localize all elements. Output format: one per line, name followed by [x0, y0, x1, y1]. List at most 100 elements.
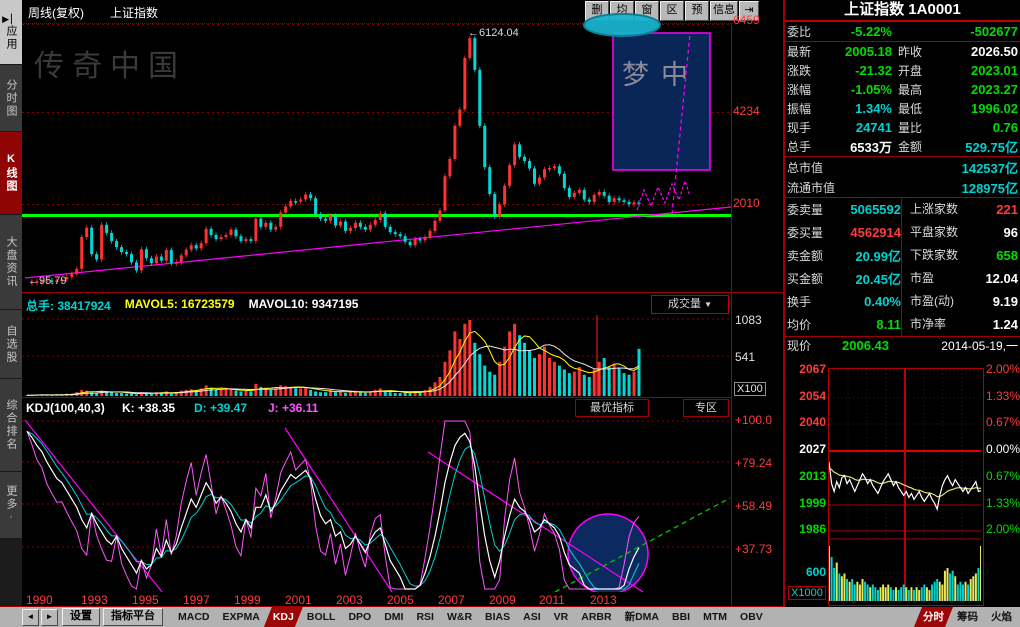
stat-value: -21.32 — [829, 63, 892, 78]
intraday-price-label: 2027 — [799, 442, 826, 456]
intraday-price-axis: 2067205420402027201319991986600 — [785, 358, 827, 607]
year-label: 2011 — [539, 593, 565, 607]
tool-button-区[interactable]: 区 — [660, 1, 684, 21]
stat-value: 658 — [961, 248, 1020, 263]
main-candle-chart[interactable]: 传奇中国梦中←6124.04←95.79 — [22, 24, 731, 293]
volume-stat: MAVOL10: 9347195 — [249, 297, 359, 314]
sidebar-item-5[interactable]: 综合排名 — [0, 379, 22, 472]
svg-text:传奇中国: 传奇中国 — [34, 50, 186, 83]
stat-value: 529.75亿 — [942, 137, 1018, 156]
tool-button-窗[interactable]: 窗 — [635, 1, 659, 21]
stat-value: -1.05% — [829, 82, 892, 97]
stat-value: 2026.50 — [942, 44, 1018, 59]
kdj-axis-label: +100.0 — [735, 413, 772, 427]
stat-value: 12.04 — [961, 271, 1020, 286]
intraday-pct-label: 2.00% — [986, 362, 1020, 376]
indicator-dropdown[interactable]: 成交量 ▼ — [651, 295, 729, 314]
kdj-axis-label: +79.24 — [735, 456, 772, 470]
intraday-price-label: 2040 — [799, 415, 826, 429]
sidebar-item-4[interactable]: 自选股 — [0, 310, 22, 379]
zone-button[interactable]: 专区 — [683, 399, 729, 417]
year-label: 2013 — [590, 593, 617, 607]
sidebar-item-2[interactable]: K线图 — [0, 132, 22, 215]
toolbar-button-设置[interactable]: 设置 — [62, 608, 100, 626]
toolbar-button-指标平台[interactable]: 指标平台 — [103, 608, 163, 626]
stat-label: 买金额 — [785, 270, 833, 287]
stat-value: 142537亿 — [908, 158, 1018, 177]
tool-button-均[interactable]: 均 — [610, 1, 634, 21]
indicator-tab-MTM[interactable]: MTM — [694, 607, 736, 627]
spot-date: 2014-05-19,一 — [889, 337, 1018, 354]
indicator-tab-W&R[interactable]: W&R — [438, 607, 481, 627]
pair-row: 换手0.40%市盈(动)9.19 — [785, 290, 1020, 313]
sidebar-item-apps[interactable]: ▶▏应用 — [0, 0, 22, 65]
indicator-tab-RSI[interactable]: RSI — [407, 607, 443, 627]
stat-value: 20.99亿 — [833, 246, 901, 265]
view-tab-分时[interactable]: 分时 — [914, 607, 953, 627]
pair-row: 均价8.11市净率1.24 — [785, 313, 1020, 336]
volume-pane[interactable] — [22, 315, 731, 397]
kdj-header: KDJ(100,40,3) K: +38.35 D: +39.47 J: +36… — [22, 398, 731, 417]
intraday-pct-label: 0.67% — [986, 415, 1020, 429]
intraday-chart[interactable] — [828, 368, 984, 606]
stat-value: 2023.27 — [942, 82, 1018, 97]
time-axis: 1990199319951997199920012003200520072009… — [22, 592, 731, 607]
stat-value: 1.34% — [829, 101, 892, 116]
right-panel: 上证指数 1A0001 委比-5.22%-502677最新2005.18昨收20… — [785, 0, 1020, 607]
nav-arrow-button[interactable]: ► — [41, 609, 58, 626]
toolbar-corner — [0, 607, 22, 627]
nav-arrow-button[interactable]: ◄ — [22, 609, 39, 626]
indicator-tab-VR[interactable]: VR — [545, 607, 578, 627]
tool-button-删[interactable]: 删 — [585, 1, 609, 21]
stat-label: 委比 — [787, 23, 829, 40]
best-indicator-button[interactable]: 最优指标 — [575, 399, 649, 417]
indicator-tab-DMI[interactable]: DMI — [375, 607, 412, 627]
view-tab-火焰[interactable]: 火焰 — [982, 607, 1020, 627]
stat-label: 流通市值 — [787, 179, 908, 196]
indicator-tab-MACD[interactable]: MACD — [169, 607, 219, 627]
main-chart-pane[interactable]: 传奇中国梦中←6124.04←95.79 — [22, 24, 731, 293]
intraday-vol-label: 600 — [806, 565, 826, 579]
stat-label: 现手 — [787, 119, 829, 136]
quote-row: 涨跌-21.32开盘2023.01 — [785, 61, 1020, 80]
sidebar-item-1[interactable]: 分时图 — [0, 65, 22, 132]
play-icon: ▶▏ — [2, 14, 20, 25]
quote-row: 现手24741量比0.76 — [785, 118, 1020, 137]
stat-value: 6533万 — [829, 137, 892, 156]
vol-axis-541: 541 — [735, 350, 755, 364]
left-sidebar: ▶▏应用分时图K线图大盘资讯自选股综合排名更多· — [0, 0, 22, 607]
trading-app-window: ▶▏应用分时图K线图大盘资讯自选股综合排名更多· 周线(复权) 上证指数 删均窗… — [0, 0, 1020, 627]
indicator-tab-BOLL[interactable]: BOLL — [298, 607, 345, 627]
indicator-tab-ARBR[interactable]: ARBR — [572, 607, 620, 627]
indicator-tab-OBV[interactable]: OBV — [731, 607, 772, 627]
quote-rows: 委比-5.22%-502677最新2005.18昨收2026.50涨跌-21.3… — [785, 22, 1020, 157]
main-price-axis: 645942342010 — [733, 0, 783, 293]
indicator-tab-ASI[interactable]: ASI — [514, 607, 550, 627]
vol-axis-1083: 1083 — [735, 313, 762, 327]
stat-label: 量比 — [892, 119, 942, 136]
view-tab-筹码[interactable]: 筹码 — [948, 607, 987, 627]
stat-label: 市盈 — [901, 267, 961, 290]
tool-button-预[interactable]: 预 — [685, 1, 709, 21]
main-header: 周线(复权) 上证指数 删均窗区预信息⇥ — [22, 0, 783, 23]
pair-row: 买金额20.45亿市盈12.04 — [785, 267, 1020, 290]
indicator-tab-KDJ[interactable]: KDJ — [264, 607, 303, 627]
indicator-tab-BIAS[interactable]: BIAS — [476, 607, 519, 627]
sidebar-item-3[interactable]: 大盘资讯 — [0, 215, 22, 310]
stat-value: 0.40% — [833, 294, 901, 309]
year-label: 2001 — [285, 593, 312, 607]
toolbar-buttons: 设置指标平台 — [62, 608, 163, 626]
sidebar-item-6[interactable]: 更多· — [0, 472, 22, 539]
symbol-label: 上证指数 — [110, 4, 158, 21]
indicator-tab-新DMA[interactable]: 新DMA — [616, 607, 668, 627]
stat-label: 振幅 — [787, 100, 829, 117]
indicator-tab-BBI[interactable]: BBI — [663, 607, 699, 627]
indicator-tab-EXPMA[interactable]: EXPMA — [214, 607, 269, 627]
indicator-tab-DPO[interactable]: DPO — [339, 607, 380, 627]
kdj-axis-label: +58.49 — [735, 499, 772, 513]
price-axis-label: 6459 — [733, 13, 760, 27]
year-label: 2009 — [489, 593, 516, 607]
kdj-axis: +100.0+79.24+58.49+37.73 — [735, 398, 783, 592]
stat-label: 换手 — [785, 293, 833, 310]
kdj-pane[interactable] — [22, 417, 731, 592]
